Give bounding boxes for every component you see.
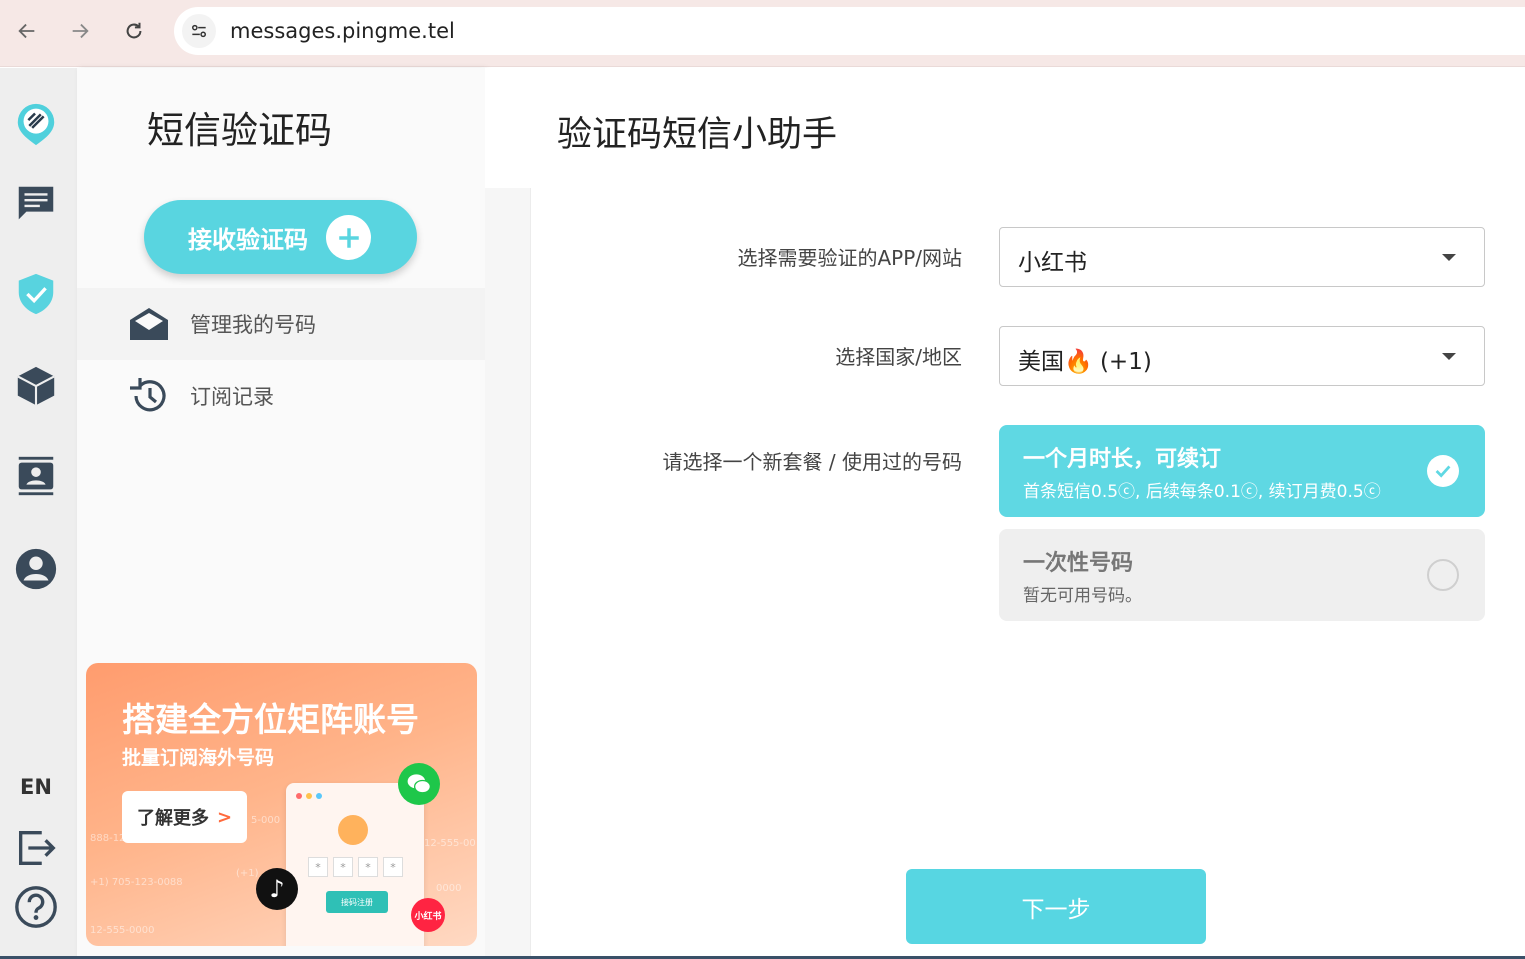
country-select[interactable]: 美国🔥 (+1) [999,326,1485,386]
receive-code-button[interactable]: 接收验证码 [144,200,417,274]
plan-option-one-time[interactable]: 一次性号码 暂无可用号码。 [999,529,1485,621]
promo-subtitle: 批量订阅海外号码 [122,747,275,769]
wechat-icon [398,763,440,805]
sidebar-title: 短信验证码 [147,109,332,152]
code-boxes: * * * * [308,857,403,877]
main-content: 选择需要验证的APP/网站 小红书 选择国家/地区 美国🔥 (+1) 请选择一个… [530,188,1525,959]
site-settings-icon[interactable] [182,14,216,48]
sidebar-item-label: 管理我的号码 [190,313,316,337]
caret-down-icon [1442,254,1456,261]
app-select-value: 小红书 [1018,250,1087,276]
promo-title: 搭建全方位矩阵账号 [122,700,419,739]
history-icon [127,374,171,418]
content-gutter [485,188,530,959]
help-icon[interactable] [10,881,62,933]
tiktok-icon: ♪ [256,868,298,910]
plan-title: 一次性号码 [1023,551,1134,576]
plan-label: 请选择一个新套餐 / 使用过的号码 [662,450,962,474]
promo-banner[interactable]: 888-12 +1) 705-123-0088 12-555-0000 (+1)… [86,663,477,946]
user-avatar-icon [338,815,368,845]
language-switch[interactable]: EN [0,775,72,799]
logout-icon[interactable] [10,822,62,874]
address-bar[interactable]: messages.pingme.tel [174,7,1525,55]
reload-icon [126,22,142,39]
country-select-label: 选择国家/地区 [835,345,962,369]
app-select[interactable]: 小红书 [999,227,1485,287]
sidebar-item-subscriptions[interactable]: 订阅记录 [77,360,485,432]
shield-check-icon[interactable] [10,268,62,320]
browser-toolbar: messages.pingme.tel [0,0,1525,67]
promo-faint-number: (+1) [236,868,259,879]
main-header: 验证码短信小助手 [485,68,1525,188]
promo-faint-number: 12-555-0000 [90,925,155,936]
promo-faint-number: 888-12 [90,833,126,844]
promo-faint-number: 5-000 [251,815,281,826]
plan-title: 一个月时长，可续订 [1023,447,1222,472]
sidebar: 短信验证码 接收验证码 管理我的号码 订阅记录 888-12 +1) 705-1… [77,68,485,959]
learn-more-button[interactable]: 了解更多 > [122,791,247,843]
plan-option-monthly[interactable]: 一个月时长，可续订 首条短信0.5ⓒ, 后续每条0.1ⓒ, 续订月费0.5ⓒ [999,425,1485,517]
caret-down-icon [1442,353,1456,360]
page-title: 验证码短信小助手 [557,115,838,155]
app-select-label: 选择需要验证的APP/网站 [737,246,962,270]
xiaohongshu-logo: 小红书 [411,898,445,932]
check-circle-icon[interactable] [1427,455,1459,487]
country-select-value: 美国🔥 (+1) [1018,349,1152,375]
learn-more-label: 了解更多 [136,808,209,829]
promo-mini-button: 接码注册 [326,891,388,913]
icon-rail: EN [0,68,77,959]
receive-code-label: 接收验证码 [188,225,308,254]
forward-button[interactable] [63,14,97,48]
arrow-right-icon [72,23,89,39]
promo-illustration: * * * * 接码注册 [286,783,424,946]
pingme-logo-icon[interactable] [10,98,62,150]
account-icon[interactable] [10,543,62,595]
plan-description: 首条短信0.5ⓒ, 后续每条0.1ⓒ, 续订月费0.5ⓒ [1023,482,1381,502]
reload-button[interactable] [117,14,151,48]
next-button[interactable]: 下一步 [906,869,1206,944]
contacts-icon[interactable] [10,450,62,502]
mail-open-icon [127,302,171,346]
plan-description: 暂无可用号码。 [1023,586,1142,606]
promo-faint-number: 12-555-00 [424,838,476,849]
arrow-left-icon [18,23,35,39]
radio-empty-icon[interactable] [1427,559,1459,591]
sidebar-item-manage-numbers[interactable]: 管理我的号码 [77,288,485,360]
box-icon[interactable] [10,360,62,412]
back-button[interactable] [10,14,44,48]
sidebar-item-label: 订阅记录 [190,385,274,409]
messages-icon[interactable] [10,178,62,230]
chevron-right-icon: > [216,806,233,828]
url-text[interactable]: messages.pingme.tel [230,19,455,43]
promo-faint-number: +1) 705-123-0088 [90,877,183,888]
window-dots [296,793,322,799]
promo-faint-number: 0000 [436,883,462,894]
plus-icon [326,215,371,260]
